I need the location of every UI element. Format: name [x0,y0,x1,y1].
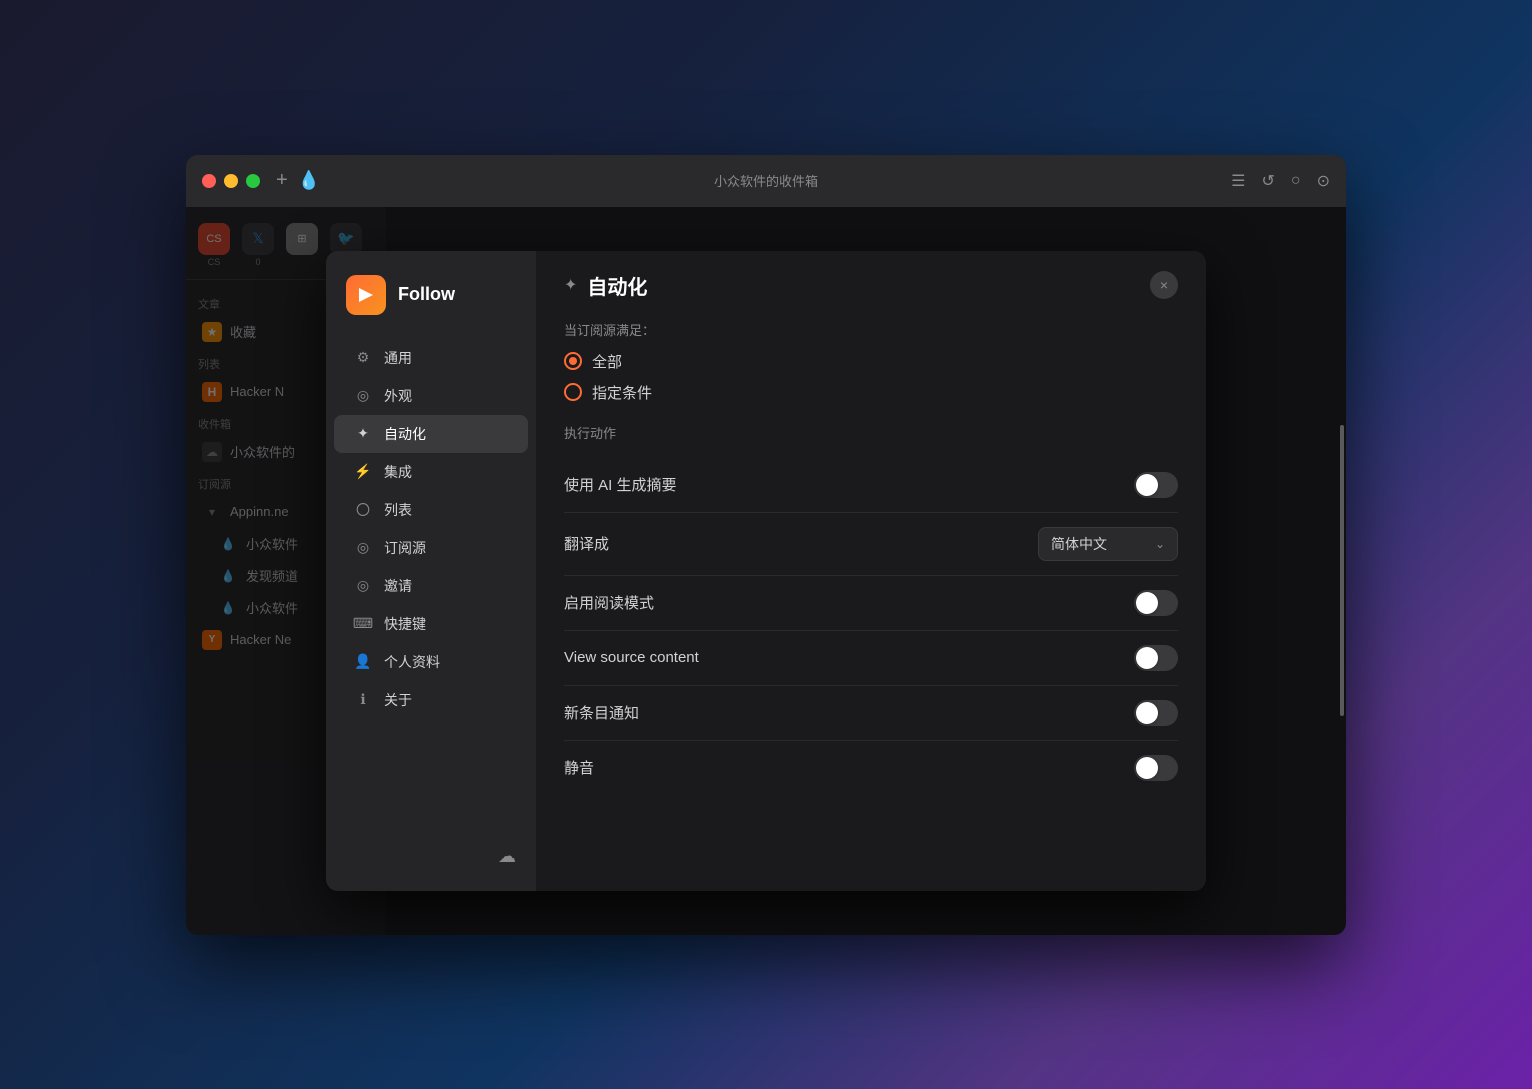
title-bar: + 💧 小众软件的收件箱 ☰ ↺ ○ ⊙ [186,155,1346,207]
modal-nav-invite[interactable]: ◎ 邀请 [334,567,528,605]
setting-row-translate: 翻译成 简体中文 ⌄ [564,513,1178,576]
ai-summary-label: 使用 AI 生成摘要 [564,474,677,495]
radio-specified[interactable]: 指定条件 [564,382,1178,403]
modal-title-area: ✦ 自动化 [564,271,647,300]
menu-icon[interactable]: ☰ [1231,171,1245,191]
action-section-title: 执行动作 [564,423,1178,442]
setting-row-mute: 静音 [564,741,1178,795]
maximize-button[interactable] [246,174,260,188]
title-bar-actions: ☰ ↺ ○ ⊙ [1231,171,1330,191]
app-name: Follow [398,284,455,305]
minimize-button[interactable] [224,174,238,188]
modal-nav-profile[interactable]: 👤 个人资料 [334,643,528,681]
translate-label: 翻译成 [564,533,609,554]
add-button[interactable]: + [276,169,288,192]
modal-body: 当订阅源满足： 全部 指定条件 执行动作 [536,316,1206,891]
setting-row-reader-mode: 启用阅读模式 [564,576,1178,631]
modal-nav-appearance[interactable]: ◎ 外观 [334,377,528,415]
modal-header: ✦ 自动化 × [536,251,1206,316]
check-circle-icon[interactable]: ⊙ [1317,171,1330,191]
close-button[interactable] [202,174,216,188]
modal-nav-feeds[interactable]: ◎ 订阅源 [334,529,528,567]
translate-dropdown-value: 简体中文 [1051,534,1107,554]
appearance-icon: ◎ [354,387,372,405]
app-window: + 💧 小众软件的收件箱 ☰ ↺ ○ ⊙ CS CS 𝕏 0 [186,155,1346,935]
translate-dropdown[interactable]: 简体中文 ⌄ [1038,527,1178,561]
drop-icon: 💧 [298,170,320,191]
radio-all[interactable]: 全部 [564,351,1178,372]
modal-nav-general[interactable]: ⚙ 通用 [334,339,528,377]
window-title: 小众软件的收件箱 [714,171,818,190]
setting-row-new-item-notify: 新条目通知 [564,686,1178,741]
list-icon: 〇 [354,501,372,519]
view-source-label: View source content [564,649,699,666]
integration-icon: ⚡ [354,463,372,481]
modal-title-icon: ✦ [564,275,577,295]
modal-sidebar: Follow ⚙ 通用 ◎ 外观 ✦ 自动化 [326,251,536,891]
automation-icon: ✦ [354,425,372,443]
modal-content: ✦ 自动化 × 当订阅源满足： 全部 [536,251,1206,891]
view-source-toggle[interactable] [1134,645,1178,671]
mute-label: 静音 [564,757,594,778]
about-icon: ℹ [354,691,372,709]
shortcuts-icon: ⌨ [354,615,372,633]
modal-overlay: Follow ⚙ 通用 ◎ 外观 ✦ 自动化 [186,207,1346,935]
new-item-notify-label: 新条目通知 [564,702,639,723]
radio-all-label: 全部 [592,351,622,372]
radio-group: 全部 指定条件 [564,351,1178,403]
circle-icon[interactable]: ○ [1291,172,1301,190]
chevron-down-icon: ⌄ [1155,537,1165,551]
feeds-icon: ◎ [354,539,372,557]
radio-specified-label: 指定条件 [592,382,652,403]
modal-nav-integration[interactable]: ⚡ 集成 [334,453,528,491]
modal-nav-list[interactable]: 〇 列表 [334,491,528,529]
setting-row-view-source: View source content [564,631,1178,686]
reader-mode-label: 启用阅读模式 [564,592,654,613]
app-body: CS CS 𝕏 0 ⊞ 🐦 文章 ★ 收藏 列表 [186,207,1346,935]
profile-icon: 👤 [354,653,372,671]
ai-summary-toggle[interactable] [1134,472,1178,498]
reader-mode-toggle[interactable] [1134,590,1178,616]
setting-row-ai-summary: 使用 AI 生成摘要 [564,458,1178,513]
refresh-icon[interactable]: ↺ [1262,171,1275,191]
radio-specified-circle [564,383,582,401]
mute-toggle[interactable] [1134,755,1178,781]
modal-app-header: Follow [326,275,536,339]
general-icon: ⚙ [354,349,372,367]
modal-nav-automation[interactable]: ✦ 自动化 [334,415,528,453]
modal-nav-shortcuts[interactable]: ⌨ 快捷键 [334,605,528,643]
new-item-notify-toggle[interactable] [1134,700,1178,726]
condition-section-title: 当订阅源满足： [564,320,1178,339]
cloud-sync-icon[interactable]: ☁ [498,846,516,867]
modal-nav-about[interactable]: ℹ 关于 [334,681,528,719]
invite-icon: ◎ [354,577,372,595]
modal-sidebar-bottom: ☁ [326,846,536,875]
traffic-lights [202,174,260,188]
settings-modal: Follow ⚙ 通用 ◎ 外观 ✦ 自动化 [326,251,1206,891]
modal-close-button[interactable]: × [1150,271,1178,299]
radio-all-circle [564,352,582,370]
modal-title: 自动化 [587,271,647,300]
app-icon [346,275,386,315]
